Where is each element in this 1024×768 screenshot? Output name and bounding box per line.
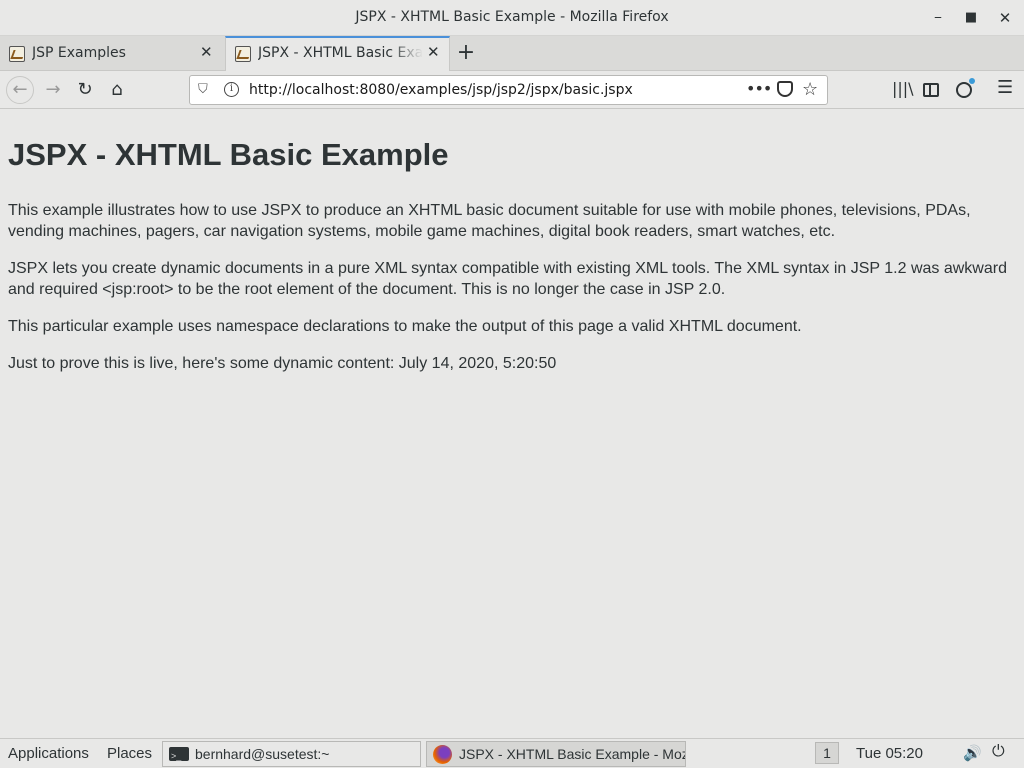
dynamic-content-paragraph: Just to prove this is live, here's some … [8, 355, 557, 372]
url-bar[interactable]: ⛉ i ••• ☆ [189, 75, 828, 105]
tab-close-icon[interactable]: ✕ [427, 43, 440, 61]
forward-arrow-icon[interactable]: → [40, 77, 66, 103]
navigation-toolbar: ← → ↻ ⌂ ⛉ i ••• ☆ |||\ ☰ [0, 71, 1024, 109]
workspace-indicator[interactable]: 1 [815, 742, 839, 764]
maximize-icon[interactable]: ■ [961, 8, 981, 28]
terminal-icon [169, 744, 189, 766]
page-favicon-icon [235, 46, 251, 62]
tab-strip: JSP Examples ✕ JSPX - XHTML Basic Exampl… [0, 36, 1024, 72]
taskbar-window-label: bernhard@susetest:~ [195, 746, 330, 762]
hamburger-menu-icon[interactable]: ☰ [997, 77, 1013, 98]
tab-jsp-examples[interactable]: JSP Examples ✕ [0, 36, 224, 71]
tab-jspx-basic-example[interactable]: JSPX - XHTML Basic Example ✕ [225, 36, 450, 72]
site-info-icon[interactable]: i [224, 82, 239, 97]
tab-label: JSP Examples [32, 45, 126, 61]
tracking-protection-shield-icon[interactable]: ⛉ [198, 82, 208, 97]
library-icon[interactable]: |||\ [892, 79, 914, 98]
tab-label: JSPX - XHTML Basic Example [258, 45, 423, 61]
sidebar-icon[interactable] [923, 83, 939, 97]
paragraph: This particular example uses namespace d… [8, 318, 802, 335]
taskbar-window-terminal[interactable]: bernhard@susetest:~ [162, 741, 421, 767]
reload-icon[interactable]: ↻ [72, 77, 98, 103]
pocket-icon[interactable] [777, 81, 793, 97]
taskbar-window-firefox[interactable]: JSPX - XHTML Basic Example - Moz... [426, 741, 686, 767]
paragraph: This example illustrates how to use JSPX… [8, 202, 971, 240]
address-input[interactable] [249, 82, 729, 98]
new-tab-button[interactable]: + [455, 40, 477, 66]
places-menu[interactable]: Places [107, 745, 152, 762]
page-favicon-icon [9, 46, 25, 62]
firefox-icon [433, 745, 452, 764]
bookmark-star-icon[interactable]: ☆ [802, 79, 818, 100]
paragraph: JSPX lets you create dynamic documents i… [8, 260, 1007, 298]
page-heading: JSPX - XHTML Basic Example [8, 137, 449, 172]
taskbar-window-label: JSPX - XHTML Basic Example - Moz... [459, 746, 686, 762]
home-icon[interactable]: ⌂ [104, 77, 130, 103]
window-titlebar: JSPX - XHTML Basic Example - Mozilla Fir… [0, 0, 1024, 36]
window-title: JSPX - XHTML Basic Example - Mozilla Fir… [355, 9, 669, 25]
desktop-taskbar: Applications Places bernhard@susetest:~ … [0, 738, 1024, 768]
page-actions-more-icon[interactable]: ••• [746, 79, 772, 98]
applications-menu[interactable]: Applications [8, 745, 89, 762]
minimize-icon[interactable]: ⎯ [928, 8, 948, 28]
tab-close-icon[interactable]: ✕ [200, 43, 213, 61]
back-arrow-icon[interactable]: ← [6, 76, 34, 104]
clock[interactable]: Tue 05:20 [856, 745, 923, 762]
account-icon[interactable] [956, 78, 975, 98]
page-content: JSPX - XHTML Basic Example This example … [0, 109, 1024, 738]
close-window-icon[interactable]: ✕ [995, 8, 1015, 28]
power-icon[interactable]: ⏻ [992, 743, 1005, 761]
volume-icon[interactable]: 🔊 [963, 744, 982, 762]
